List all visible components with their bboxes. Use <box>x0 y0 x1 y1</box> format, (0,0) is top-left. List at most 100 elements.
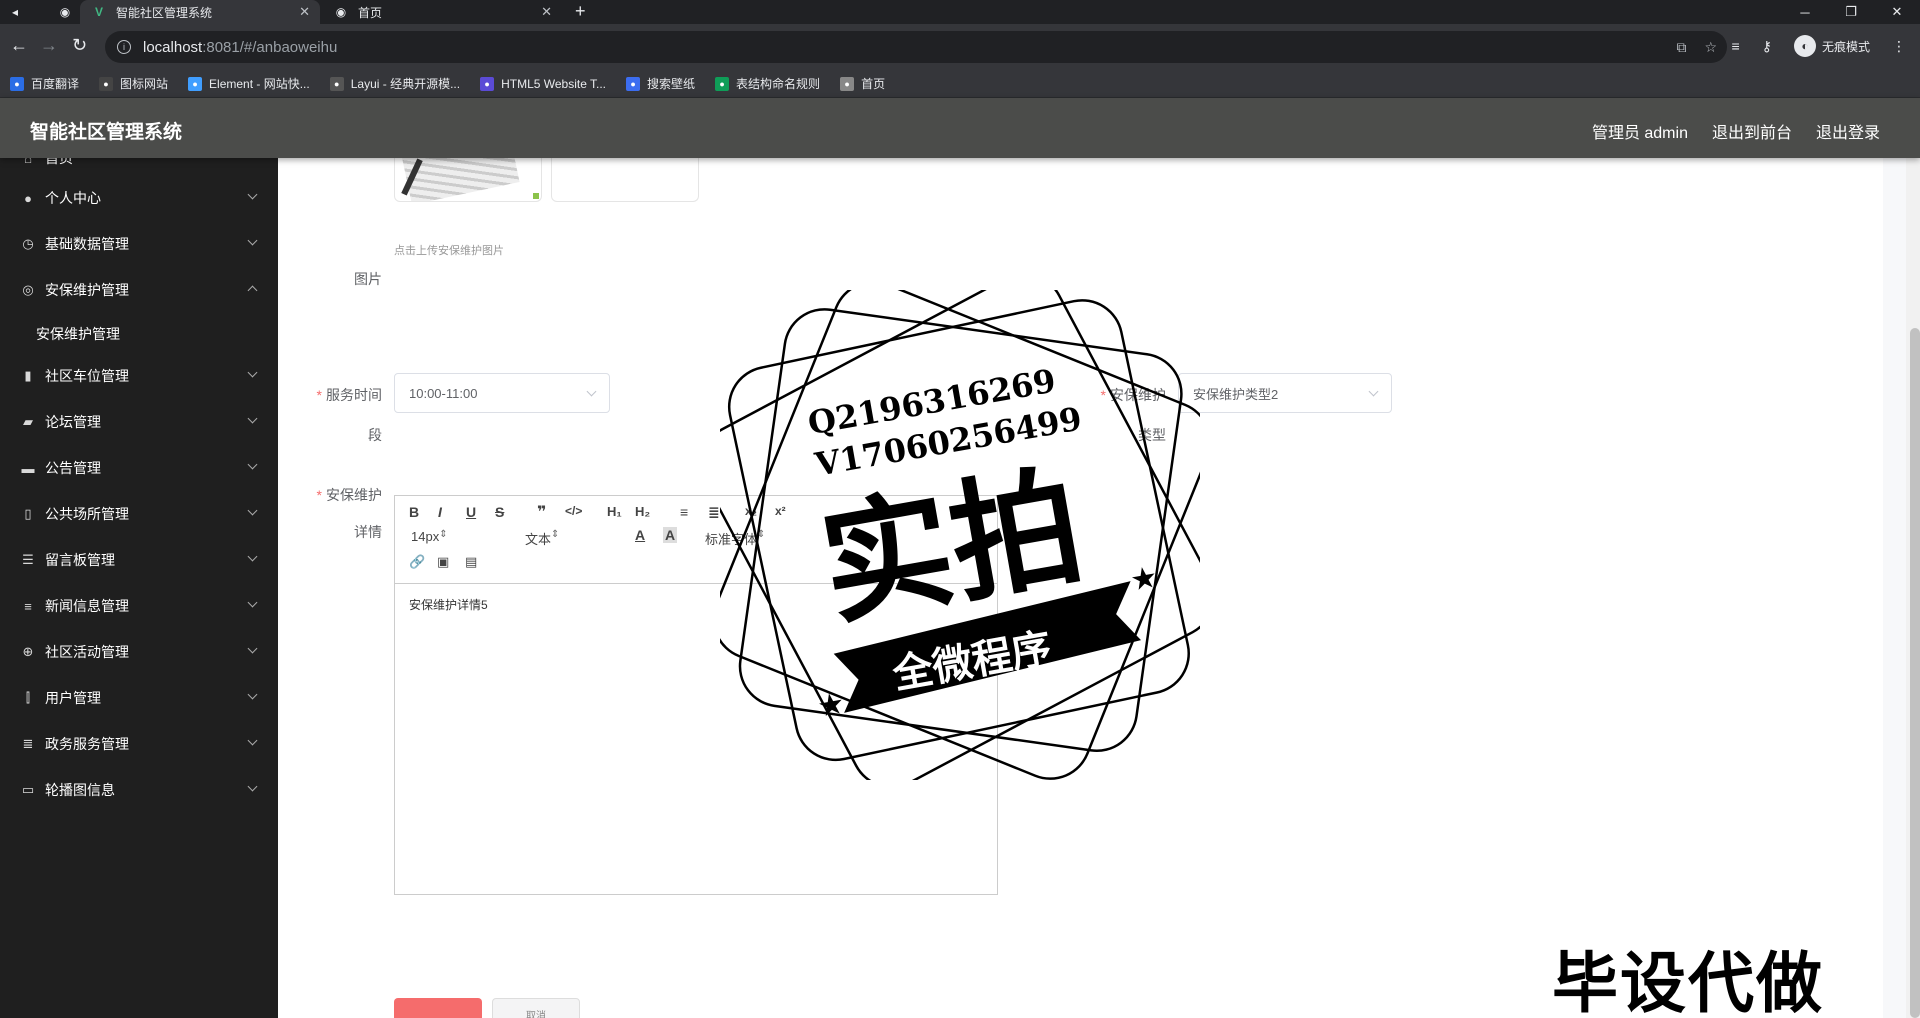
sidebar-item-label: 公告管理 <box>45 460 101 476</box>
background-color-button[interactable]: A <box>663 527 678 543</box>
menu-icon[interactable]: ⋮ <box>1892 38 1906 55</box>
close-window-icon[interactable]: ✕ <box>1874 0 1920 24</box>
submit-button[interactable] <box>394 998 482 1018</box>
bookmark-item[interactable]: ● 表结构命名规则 <box>715 75 820 92</box>
bookmark-item[interactable]: ● 搜索壁纸 <box>626 75 695 92</box>
bookmark-item[interactable]: ● Layui - 经典开源模... <box>329 75 460 92</box>
ordered-list-button[interactable]: ≡ <box>680 504 688 520</box>
incognito-label: 无痕模式 <box>1821 39 1870 54</box>
clock-icon: ◷ <box>22 236 34 251</box>
h2-button[interactable]: H₂ <box>635 504 650 519</box>
sidebar-item-label: 安保维护管理 <box>45 282 129 298</box>
tab-title: 首页 <box>358 5 383 20</box>
close-tab-icon[interactable]: ✕ <box>299 4 310 20</box>
home-icon: ⌂ <box>24 158 32 166</box>
user-icon: ● <box>24 190 32 206</box>
close-tab-icon[interactable]: ✕ <box>541 4 552 20</box>
service-icon: ≣ <box>22 736 34 751</box>
editor-toolbar: B I U S ❞ </> H₁ H₂ ≡ ≣ x₂ x² 14px 文本 A … <box>395 496 997 584</box>
bookmark-label: 表结构命名规则 <box>736 77 821 91</box>
time-select[interactable]: 10:00-11:00 <box>394 373 610 413</box>
incognito-indicator[interactable]: ◐ 无痕模式 <box>1793 35 1870 57</box>
font-select[interactable]: 标准字体 <box>705 529 795 548</box>
shield-icon: ◎ <box>22 282 34 297</box>
bookmark-item[interactable]: ● 首页 <box>840 75 885 92</box>
chevron-down-icon <box>247 551 258 562</box>
bookmark-item[interactable]: ● Element - 网站快... <box>188 75 310 92</box>
chevron-down-icon <box>247 235 258 246</box>
bookmark-icon: ● <box>99 76 114 91</box>
bookmark-label: HTML5 Website T... <box>501 76 607 91</box>
bookmark-label: Element - 网站快... <box>209 77 310 91</box>
bookmark-icon: ● <box>188 76 203 91</box>
bookmark-star-icon[interactable]: ☆ <box>1704 39 1717 56</box>
notice-icon: ▬ <box>21 460 35 476</box>
audio-icon[interactable]: ◂ <box>12 5 18 19</box>
bookmark-item[interactable]: ● 百度翻译 <box>10 75 79 92</box>
bookmark-icon: ● <box>715 76 730 91</box>
uploaded-image-thumb[interactable] <box>394 158 542 202</box>
sidebar-item-label: 留言板管理 <box>45 552 115 568</box>
url-host: localhost <box>143 38 203 56</box>
subscript-button[interactable]: x₂ <box>745 504 757 518</box>
rich-text-editor[interactable]: B I U S ❞ </> H₁ H₂ ≡ ≣ x₂ x² 14px 文本 A … <box>394 495 998 895</box>
scrollbar-thumb[interactable] <box>1910 328 1920 1018</box>
underline-button[interactable]: U <box>466 504 476 520</box>
code-button[interactable]: </> <box>565 504 582 518</box>
minimize-icon[interactable]: ─ <box>1782 0 1828 24</box>
address-bar[interactable]: i localhost:8081/#/anbaoweihu ⧉ ☆ <box>105 31 1727 63</box>
parking-icon: ▮ <box>24 368 32 383</box>
back-icon[interactable]: ← <box>10 35 28 56</box>
cancel-button[interactable]: 取消 <box>492 998 580 1018</box>
link-icon[interactable]: 🔗 <box>409 554 425 570</box>
translate-icon[interactable]: ⧉ <box>1676 39 1686 56</box>
quote-button[interactable]: ❞ <box>537 502 546 522</box>
app-header: 智能社区管理系统 管理员 admin 退出到前台 退出登录 <box>0 98 1920 158</box>
type-select-value: 安保维护类型2 <box>1193 386 1279 402</box>
reading-list-icon[interactable]: ≡ <box>1732 38 1740 54</box>
bookmark-item[interactable]: ● 图标网站 <box>99 75 168 92</box>
bullet-list-button[interactable]: ≣ <box>708 504 720 521</box>
restore-icon[interactable]: ❐ <box>1828 0 1874 24</box>
site-info-icon[interactable]: i <box>117 40 131 54</box>
editor-content[interactable]: 安保维护详情5 <box>395 584 997 625</box>
sidebar-item-label: 基础数据管理 <box>45 236 129 252</box>
sidebar-item-label: 安保维护管理 <box>36 326 120 342</box>
video-icon[interactable]: ▤ <box>465 554 477 570</box>
chevron-down-icon <box>247 367 258 378</box>
font-size-select[interactable]: 14px <box>411 529 491 544</box>
reload-icon[interactable]: ↻ <box>72 35 87 56</box>
strike-button[interactable]: S <box>495 504 504 520</box>
upload-hint: 点击上传安保维护图片 <box>394 245 504 257</box>
activity-icon: ⊕ <box>22 644 34 659</box>
logout-link[interactable]: 退出登录 <box>1816 119 1880 143</box>
image-icon[interactable]: ▣ <box>437 554 449 570</box>
bookmarks-bar: ● 百度翻译 ● 图标网站 ● Element - 网站快... ● Layui - 经典开源… <box>0 70 1920 98</box>
superscript-button[interactable]: x² <box>775 504 786 518</box>
format-select[interactable]: 文本 <box>525 529 605 548</box>
h1-button[interactable]: H₁ <box>607 504 622 519</box>
globe-icon: ◉ <box>335 5 347 19</box>
sidebar-item-label: 新闻信息管理 <box>45 598 129 614</box>
bookmark-label: 图标网站 <box>120 77 169 91</box>
exit-front-link[interactable]: 退出到前台 <box>1712 119 1792 143</box>
upload-slot[interactable] <box>551 158 699 202</box>
sidebar-item[interactable]: ▭ 轮播图信息 <box>0 762 278 818</box>
font-color-button[interactable]: A <box>635 527 645 543</box>
type-select[interactable]: 安保维护类型2 <box>1178 373 1392 413</box>
key-icon[interactable]: ⚷ <box>1762 38 1772 55</box>
new-tab-button[interactable]: + <box>575 1 586 22</box>
forward-icon[interactable]: → <box>40 35 58 56</box>
bookmark-item[interactable]: ● HTML5 Website T... <box>480 76 607 91</box>
tab-app[interactable]: V 智能社区管理系统 ✕ <box>80 0 320 24</box>
chevron-down-icon <box>1368 386 1379 397</box>
chevron-down-icon <box>247 781 258 792</box>
sidebar-item-label: 公共场所管理 <box>45 506 129 522</box>
italic-button[interactable]: I <box>438 504 442 520</box>
bookmark-icon: ● <box>840 76 855 91</box>
chevron-down-icon <box>247 689 258 700</box>
tab-home[interactable]: ◉ 首页 ✕ <box>322 0 562 24</box>
bold-button[interactable]: B <box>409 504 419 520</box>
type-label: * 安保维护 <box>1100 387 1166 403</box>
time-label-cont: 段 <box>368 427 382 443</box>
